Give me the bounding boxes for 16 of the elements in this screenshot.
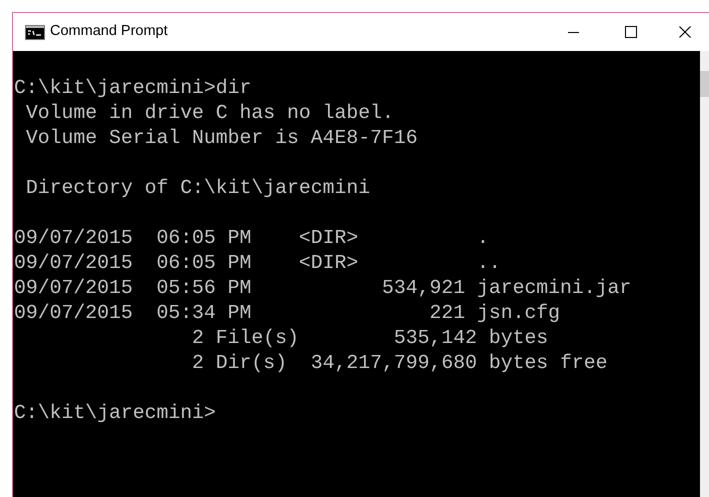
console-line: 09/07/2015 06:05 PM <DIR> ..: [14, 251, 501, 276]
terminal-icon: [25, 24, 45, 40]
console-line: 2 Dir(s) 34,217,799,680 bytes free: [191, 351, 608, 376]
console-line: 09/07/2015 05:56 PM 534,921 jarecmini.jar: [14, 276, 632, 301]
scrollbar-thumb[interactable]: [700, 71, 709, 97]
console-line: 09/07/2015 06:05 PM <DIR> .: [14, 226, 489, 251]
console-line: Directory of C:\kit\jarecmini: [24, 176, 370, 201]
console-line: 09/07/2015 05:34 PM 221 jsn.cfg: [14, 301, 560, 326]
maximize-icon: [625, 26, 637, 38]
console-line: C:\kit\jarecmini>dir: [14, 76, 252, 101]
window-title: Command Prompt: [50, 22, 168, 42]
close-icon: [678, 26, 690, 38]
console-line: C:\kit\jarecmini>: [14, 401, 216, 426]
console-line: Volume in drive C has no label.: [24, 101, 394, 126]
console-line: 2 File(s) 535,142 bytes: [191, 326, 548, 351]
console-line: Volume Serial Number is A4E8-7F16: [24, 126, 418, 151]
